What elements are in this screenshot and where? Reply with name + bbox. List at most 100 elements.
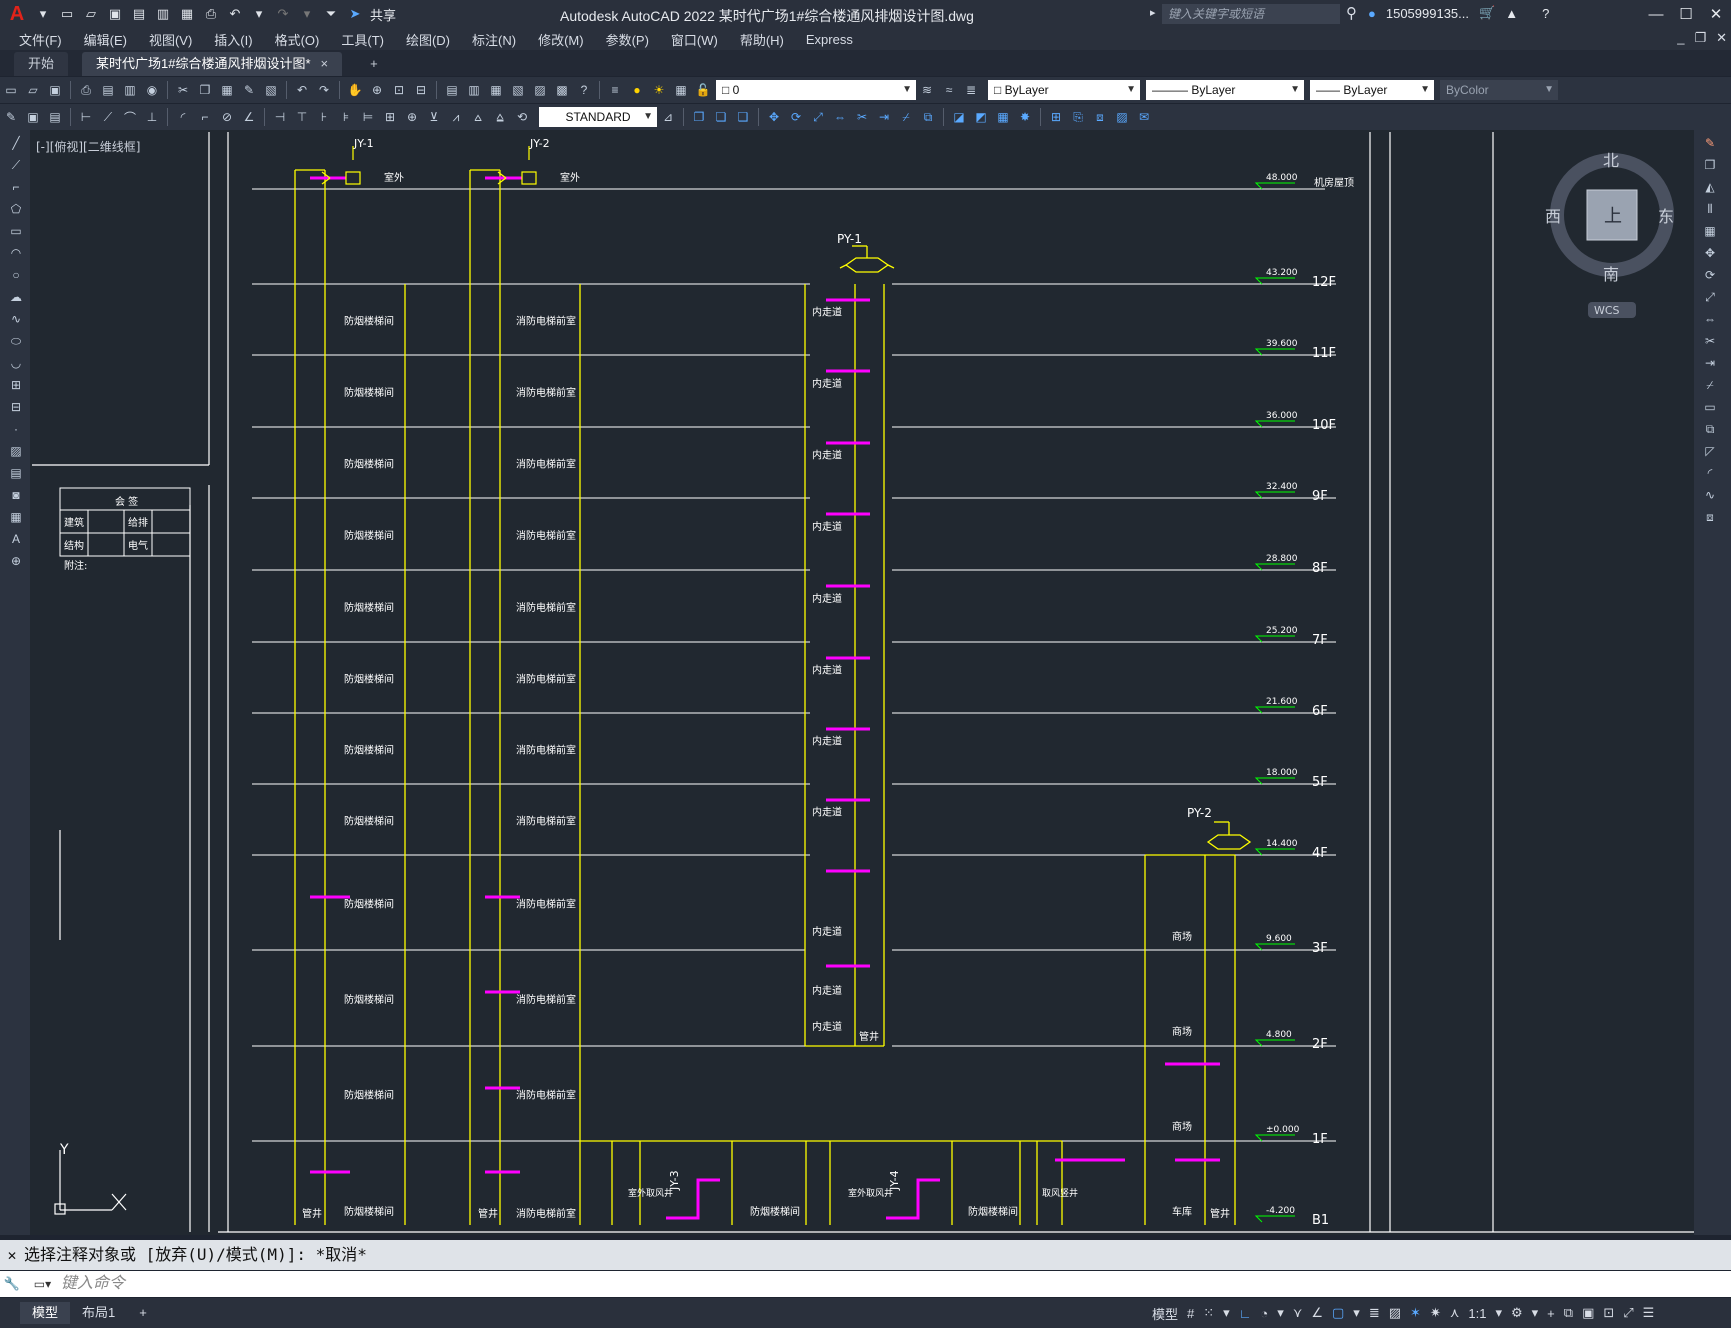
zoom-window-icon[interactable]: ⊡ — [390, 81, 408, 99]
dim-update-icon[interactable]: ⟲ — [513, 108, 531, 126]
doc-restore-icon[interactable]: ❐ — [1694, 30, 1706, 46]
match-properties-icon[interactable]: ✎ — [240, 81, 258, 99]
tab-start[interactable]: 开始 — [14, 52, 69, 76]
join-icon[interactable]: ⧉ — [919, 108, 937, 126]
layer-lock-icon[interactable]: 🔓 — [694, 81, 712, 99]
menu-item[interactable]: 窗口(W) — [660, 30, 729, 49]
fillet-icon[interactable]: ◜ — [1701, 464, 1719, 482]
viewcube-face-label[interactable]: 上 — [1604, 206, 1622, 227]
isodraft-icon[interactable]: ⋎ — [1293, 1305, 1303, 1321]
annotation-visibility-icon[interactable]: ✶ — [1410, 1305, 1421, 1321]
layout-tab[interactable]: 布局1 — [70, 1302, 127, 1324]
insert-block-icon[interactable]: ⊞ — [1047, 108, 1065, 126]
insert-block-icon[interactable]: ⊞ — [7, 376, 25, 394]
snap-icon[interactable]: ⁙ — [1203, 1305, 1214, 1321]
rectangle-icon[interactable]: ▭ — [7, 222, 25, 240]
arc-icon[interactable]: ◠ — [7, 244, 25, 262]
dim-edit-icon[interactable]: ⩟ — [469, 108, 487, 126]
move-icon[interactable]: ✥ — [765, 108, 783, 126]
plotstyle-dropdown[interactable]: ByColor ▼ — [1440, 80, 1558, 100]
dim-continue-icon[interactable]: ⊦ — [315, 108, 333, 126]
dim-baseline-icon[interactable]: ⊤ — [293, 108, 311, 126]
copy-objects-icon[interactable]: ❐ — [690, 108, 708, 126]
dim-arc-icon[interactable]: ⌒ — [121, 108, 139, 126]
plot-icon[interactable]: ⎙ — [77, 81, 95, 99]
osnap-dropdown-icon[interactable]: ▾ — [1353, 1305, 1360, 1321]
app-logo-icon[interactable]: A — [6, 3, 28, 25]
recent-commands-icon[interactable]: ▭▾ — [28, 1271, 56, 1297]
polyline-icon[interactable]: ⌐ — [7, 178, 25, 196]
wcs-label[interactable]: WCS — [1594, 304, 1620, 317]
snap-dropdown-icon[interactable]: ▾ — [1223, 1305, 1230, 1321]
block-icon[interactable]: ▣ — [24, 108, 42, 126]
dim-jogged-icon[interactable]: ⌐ — [196, 108, 214, 126]
menu-item[interactable]: 视图(V) — [138, 30, 203, 49]
dim-space-icon[interactable]: ⊧ — [337, 108, 355, 126]
image-icon[interactable]: ▨ — [1113, 108, 1131, 126]
dim-angular-icon[interactable]: ∠ — [240, 108, 258, 126]
scale-icon[interactable]: ⤢ — [1701, 288, 1719, 306]
menu-item[interactable]: Express — [795, 32, 864, 47]
xref-icon[interactable]: ⧈ — [1091, 108, 1109, 126]
workspace-gear-icon[interactable]: ⚙ — [1511, 1305, 1523, 1321]
mirror-objects-icon[interactable]: ❏ — [712, 108, 730, 126]
autodesk-app-icon[interactable]: ▲ — [1505, 6, 1518, 21]
menu-item[interactable]: 修改(M) — [527, 30, 595, 49]
circle-icon[interactable]: ○ — [7, 266, 25, 284]
user-icon[interactable]: ● — [1368, 6, 1376, 21]
dim-diameter-icon[interactable]: ⊘ — [218, 108, 236, 126]
menu-item[interactable]: 帮助(H) — [729, 30, 795, 49]
extend-icon[interactable]: ⇥ — [875, 108, 893, 126]
doc-close-icon[interactable]: ✕ — [1716, 30, 1727, 46]
viewcube-north[interactable]: 北 — [1603, 151, 1619, 170]
multiline-text-icon[interactable]: A — [7, 530, 25, 548]
help-icon[interactable]: ? — [575, 81, 593, 99]
markup-icon[interactable]: ▨ — [531, 81, 549, 99]
add-selected-icon[interactable]: ⊕ — [7, 552, 25, 570]
maximize-icon[interactable]: ☐ — [1671, 0, 1701, 28]
make-current-icon[interactable]: ≋ — [918, 81, 936, 99]
add-layout-button[interactable]: + — [127, 1302, 159, 1324]
array-icon[interactable]: ▦ — [1701, 222, 1719, 240]
print-icon[interactable]: ⎙ — [202, 5, 220, 23]
edit-icon[interactable]: ✎ — [2, 108, 20, 126]
dim-break-icon[interactable]: ⊨ — [359, 108, 377, 126]
menu-item[interactable]: 工具(T) — [330, 30, 395, 49]
redo-icon[interactable]: ↷ — [315, 81, 333, 99]
grid-icon[interactable]: # — [1187, 1306, 1194, 1321]
construction-line-icon[interactable]: ⟋ — [7, 156, 25, 174]
object-snap-tracking-icon[interactable]: ∠ — [1311, 1305, 1323, 1321]
lineweight-dropdown[interactable]: —— ByLayer ▼ — [1310, 80, 1434, 100]
ellipse-icon[interactable]: ⬭ — [7, 332, 25, 350]
stretch-icon[interactable]: ⇔ — [1701, 310, 1719, 328]
table-icon[interactable]: ▦ — [7, 508, 25, 526]
menu-item[interactable]: 参数(P) — [595, 30, 660, 49]
fullscreen-icon[interactable]: ⤢ — [1623, 1305, 1633, 1321]
layer-previous-icon[interactable]: ≈ — [940, 81, 958, 99]
doc-minimize-icon[interactable]: _ — [1677, 30, 1684, 46]
center-mark-icon[interactable]: ⊕ — [403, 108, 421, 126]
menu-item[interactable]: 绘图(D) — [395, 30, 461, 49]
block-editor-icon[interactable]: ▧ — [262, 81, 280, 99]
attribute-icon[interactable]: ▤ — [46, 108, 64, 126]
mirror-icon[interactable]: ◭ — [1701, 178, 1719, 196]
model-space-button[interactable]: 模型 — [1152, 1304, 1178, 1323]
quick-properties-icon[interactable]: ▣ — [1582, 1305, 1594, 1321]
viewcube-south[interactable]: 南 — [1603, 265, 1619, 284]
command-input[interactable]: 键入命令 — [61, 1275, 125, 1292]
viewcube-west[interactable]: 西 — [1545, 207, 1561, 226]
viewport-controls[interactable]: [-][俯视][二维线框] — [36, 139, 140, 154]
move-icon[interactable]: ✥ — [1701, 244, 1719, 262]
attach-icon[interactable]: ⎘ — [1069, 108, 1087, 126]
ortho-icon[interactable]: ∟ — [1239, 1306, 1252, 1321]
join-icon[interactable]: ⧉ — [1701, 420, 1719, 438]
layer-properties-icon[interactable]: ≡ — [606, 81, 624, 99]
annotation-monitor-icon[interactable]: + — [1547, 1306, 1555, 1321]
chamfer-icon[interactable]: ◸ — [1701, 442, 1719, 460]
layer-on-icon[interactable]: ● — [628, 81, 646, 99]
customize-status-icon[interactable]: ☰ — [1643, 1305, 1655, 1321]
spline-icon[interactable]: ∿ — [7, 310, 25, 328]
dim-text-edit-icon[interactable]: ⩠ — [491, 108, 509, 126]
break-at-point-icon[interactable]: ⌿ — [1701, 376, 1719, 394]
menu-item[interactable]: 插入(I) — [203, 30, 263, 49]
